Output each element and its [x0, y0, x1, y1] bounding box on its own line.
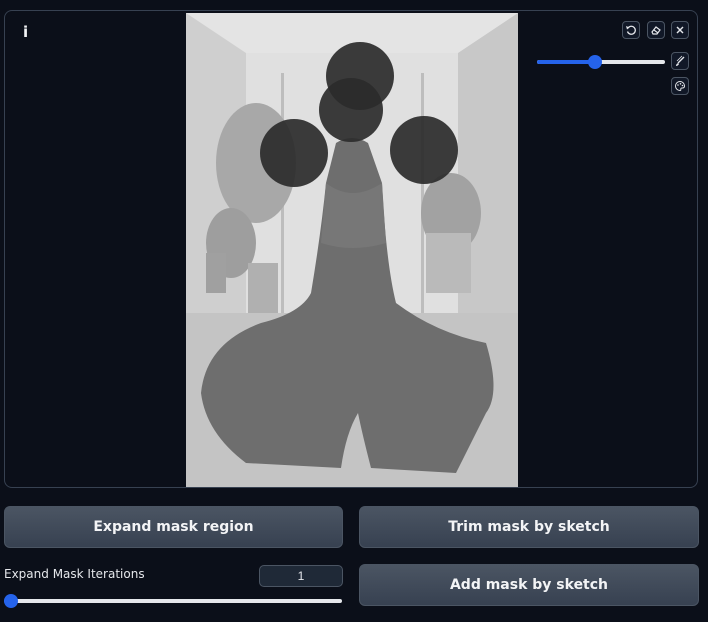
dress-image-canvas[interactable] [186, 13, 518, 487]
clear-button[interactable] [671, 21, 689, 39]
brush-size-slider[interactable] [537, 55, 665, 69]
color-button[interactable] [671, 77, 689, 95]
expand-iterations-label: Expand Mask Iterations [4, 567, 145, 581]
iterations-slider-thumb[interactable] [3, 594, 18, 608]
close-icon [676, 26, 684, 34]
undo-icon [626, 25, 636, 35]
dress-photo-with-mask [186, 13, 518, 487]
expand-mask-button[interactable]: Expand mask region [4, 506, 343, 548]
iterations-slider-track [4, 599, 342, 603]
expand-iterations-input[interactable]: 1 [259, 565, 343, 587]
info-icon[interactable]: i [23, 23, 28, 41]
trim-mask-button[interactable]: Trim mask by sketch [359, 506, 699, 548]
erase-button[interactable] [647, 21, 665, 39]
brush-slider-thumb[interactable] [587, 55, 602, 69]
sketch-canvas-panel: i [4, 10, 698, 488]
brush-slider-fill [537, 60, 595, 64]
expand-iterations-slider[interactable] [3, 594, 342, 608]
eraser-icon [651, 26, 661, 35]
undo-button[interactable] [622, 21, 640, 39]
palette-icon [675, 80, 685, 92]
add-mask-button[interactable]: Add mask by sketch [359, 564, 699, 606]
brush-button[interactable] [671, 52, 689, 70]
brush-icon [676, 55, 685, 66]
